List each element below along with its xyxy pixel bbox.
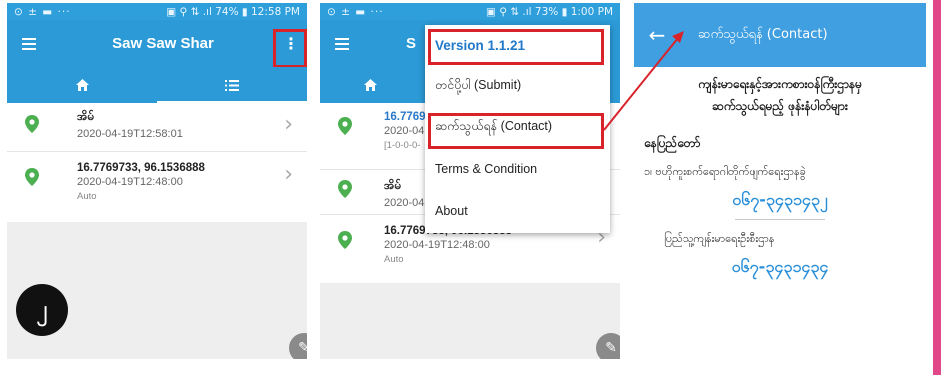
pointer-arrow — [603, 31, 684, 131]
